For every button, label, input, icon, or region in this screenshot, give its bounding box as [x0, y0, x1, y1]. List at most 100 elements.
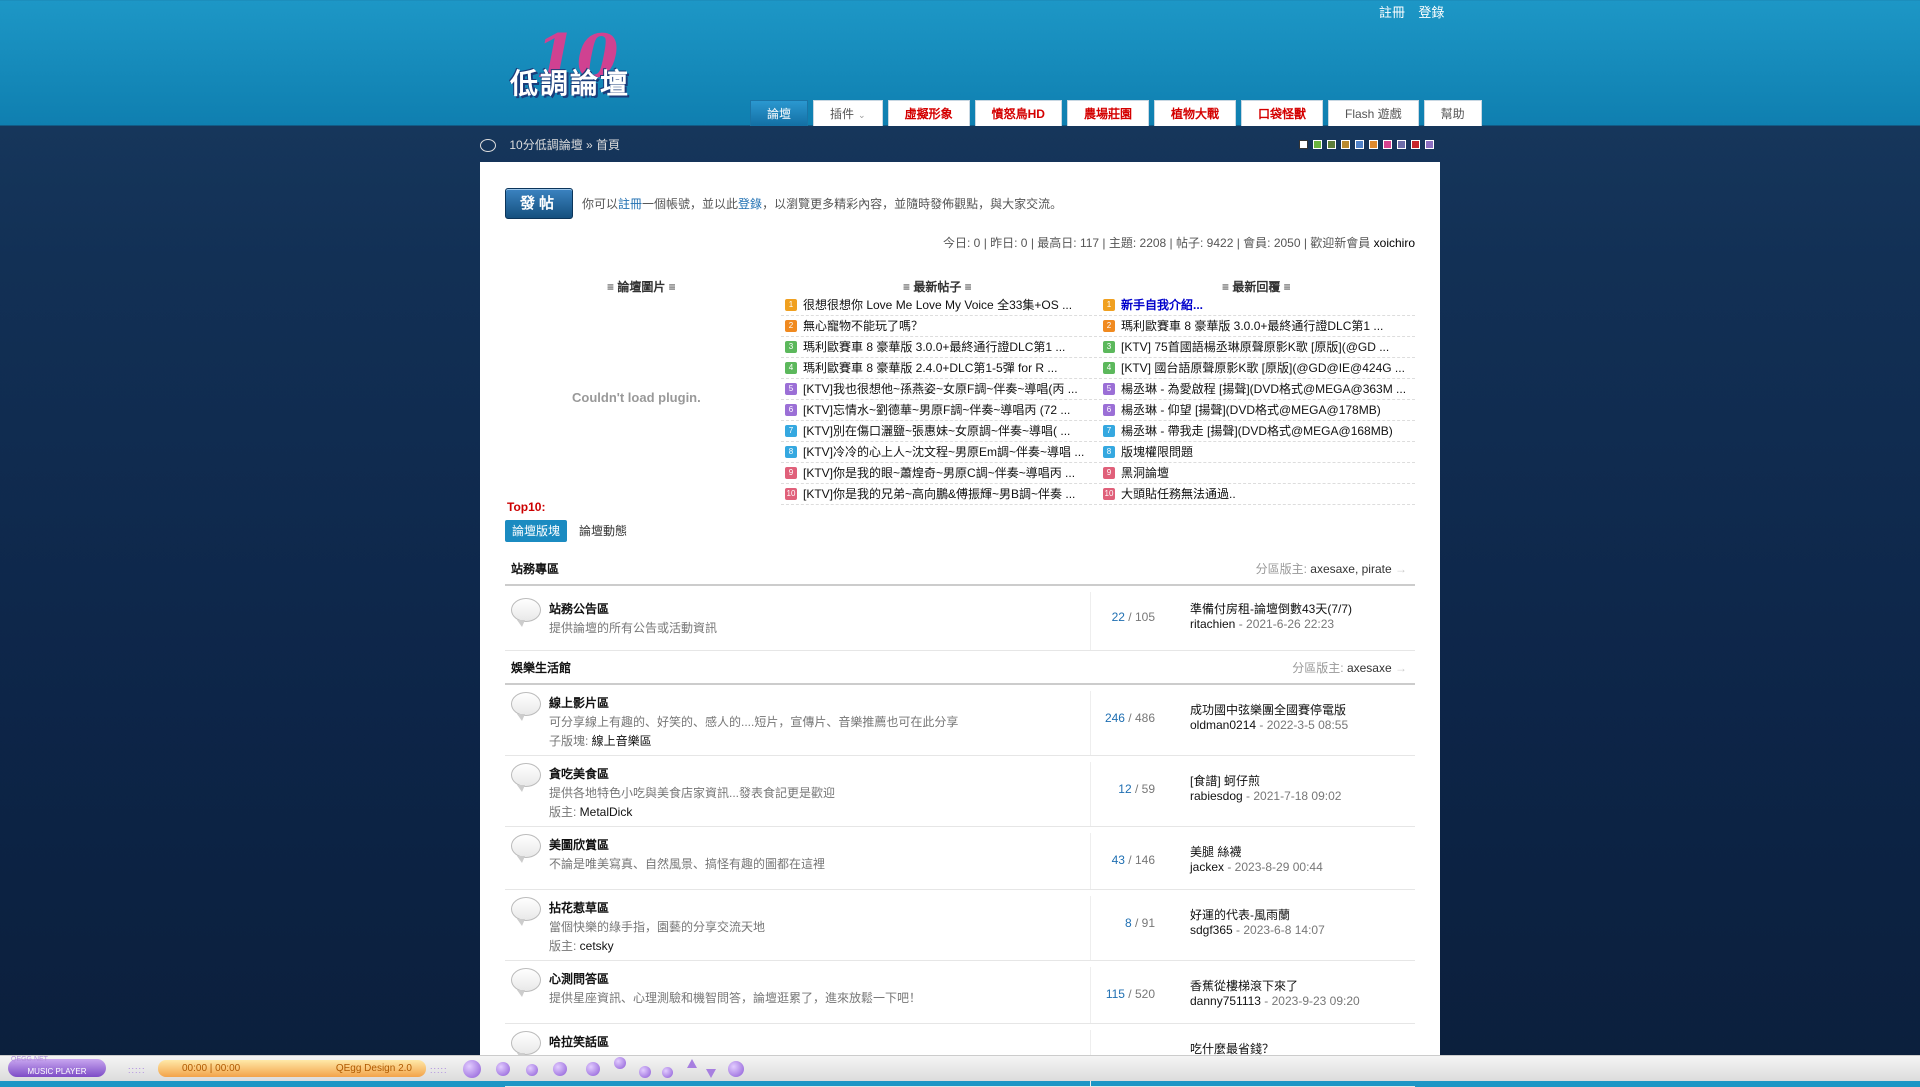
theme-swatch[interactable]	[1299, 140, 1308, 149]
forum-row[interactable]: 美圖欣賞區 不論是唯美寫真、自然風景、搞怪有趣的圖都在這裡 43 / 146 美腿 絲…	[505, 827, 1415, 890]
theme-swatch[interactable]	[1369, 140, 1378, 149]
forum-subinfo-value[interactable]: cetsky	[580, 939, 614, 953]
nav-tab-7[interactable]: Flash 遊戲	[1327, 100, 1419, 126]
site-logo[interactable]: 10 低調論壇	[480, 22, 660, 108]
list-item[interactable]: 4 [KTV] 國台語原聲原影K歌 [原版](@GD@IE@424G ...	[1099, 358, 1415, 379]
forum-subinfo-value[interactable]: MetalDick	[580, 805, 633, 819]
arrow-right-icon[interactable]: →	[1395, 562, 1407, 576]
login-link[interactable]: 登錄	[1418, 5, 1444, 20]
forum-subinfo-value[interactable]: 線上音樂區	[592, 734, 652, 748]
nav-tab-0[interactable]: 論壇	[750, 100, 809, 126]
volume-up-icon[interactable]	[687, 1059, 697, 1068]
last-post-user[interactable]: ritachien	[1190, 617, 1235, 631]
list-item[interactable]: 10 大頭貼任務無法通過..	[1099, 484, 1415, 505]
volume-down-icon[interactable]	[706, 1069, 716, 1078]
forum-name[interactable]: 拈花惹草區	[549, 899, 609, 916]
list-item[interactable]: 3 瑪利歐賽車 8 豪華版 3.0.0+最終通行證DLC第1 ...	[781, 337, 1097, 358]
next-icon[interactable]	[553, 1062, 567, 1076]
nav-tab-8[interactable]: 幫助	[1423, 100, 1482, 126]
last-post-title[interactable]: 美腿 絲襪	[1190, 843, 1323, 860]
newest-member-link[interactable]: xoichiro	[1374, 236, 1415, 250]
play-icon[interactable]	[463, 1060, 481, 1078]
list-item[interactable]: 5 [KTV]我也很想他~孫燕姿~女原F調~伴奏~導唱(丙 ...	[781, 379, 1097, 400]
settings-icon[interactable]	[728, 1061, 744, 1077]
forum-name[interactable]: 站務公告區	[549, 600, 609, 617]
theme-swatch[interactable]	[1425, 140, 1434, 149]
group-title[interactable]: 娛樂生活館	[511, 661, 571, 675]
mute-icon[interactable]	[662, 1067, 673, 1078]
list-item[interactable]: 9 黑洞論壇	[1099, 463, 1415, 484]
list-item[interactable]: 8 版塊權限問題	[1099, 442, 1415, 463]
forum-row[interactable]: 線上影片區 可分享線上有趣的、好笑的、感人的....短片，宣傳片、音樂推薦也可在此…	[505, 685, 1415, 756]
last-post-title[interactable]: [食譜] 蚵仔煎	[1190, 772, 1341, 789]
arrow-right-icon[interactable]: →	[1395, 661, 1407, 675]
last-post-user[interactable]: sdgf365	[1190, 923, 1233, 937]
list-item[interactable]: 5 楊丞琳 - 為愛啟程 [揚聲](DVD格式@MEGA@363M ...	[1099, 379, 1415, 400]
list-item[interactable]: 3 [KTV] 75首國語楊丞琳原聲原影K歌 [原版](@GD ...	[1099, 337, 1415, 358]
last-post-user[interactable]: oldman0214	[1190, 718, 1256, 732]
tab-board-activity[interactable]: 論壇動態	[572, 520, 634, 542]
group-title[interactable]: 站務專區	[511, 562, 559, 576]
forum-row[interactable]: 拈花惹草區 當個快樂的綠手指，園藝的分享交流天地 版主: cetsky 8 / 91 好…	[505, 890, 1415, 961]
theme-swatch[interactable]	[1327, 140, 1336, 149]
nav-tab-4[interactable]: 農場莊園	[1066, 100, 1149, 126]
list-item[interactable]: 1 新手自我介紹...	[1099, 295, 1415, 316]
theme-swatch[interactable]	[1355, 140, 1364, 149]
last-post-user[interactable]: jackex	[1190, 860, 1224, 874]
player-grip-2[interactable]: :::::	[430, 1065, 448, 1075]
new-post-button[interactable]: 發帖	[505, 188, 573, 219]
last-post-user[interactable]: rabiesdog	[1190, 789, 1243, 803]
nav-tab-1[interactable]: 插件 ⌄	[813, 100, 883, 126]
forum-name[interactable]: 哈拉笑話區	[549, 1033, 609, 1050]
forum-name[interactable]: 心測問答區	[549, 970, 609, 987]
group-mods-names[interactable]: axesaxe	[1347, 661, 1392, 675]
nav-tab-5[interactable]: 植物大戰	[1153, 100, 1236, 126]
theme-swatch[interactable]	[1411, 140, 1420, 149]
tab-board-sections[interactable]: 論壇版塊	[505, 520, 568, 542]
list-item[interactable]: 9 [KTV]你是我的眼~蕭煌奇~男原C調~伴奏~導唱丙 ...	[781, 463, 1097, 484]
list-item[interactable]: 1 很想很想你 Love Me Love My Voice 全33集+OS ...	[781, 295, 1097, 316]
theme-swatch[interactable]	[1313, 140, 1322, 149]
last-post-user[interactable]: danny751113	[1190, 994, 1261, 1008]
forum-name[interactable]: 美圖欣賞區	[549, 836, 609, 853]
forum-name[interactable]: 貪吃美食區	[549, 765, 609, 782]
previous-icon[interactable]	[526, 1064, 538, 1076]
theme-swatch[interactable]	[1397, 140, 1406, 149]
theme-swatch[interactable]	[1383, 140, 1392, 149]
list-item[interactable]: 2 瑪利歐賽車 8 豪華版 3.0.0+最終通行證DLC第1 ...	[1099, 316, 1415, 337]
breadcrumb[interactable]: 10分低調論壇 » 首頁	[509, 138, 620, 152]
forum-row[interactable]: 心測問答區 提供星座資訊、心理測驗和機智問答，論壇逛累了，進來放鬆一下吧！ 115 …	[505, 961, 1415, 1024]
welcome-register-link[interactable]: 註冊	[618, 197, 642, 211]
stop-icon[interactable]	[496, 1062, 510, 1076]
list-item-title: 楊丞琳 - 帶我走 [揚聲](DVD格式@MEGA@168MB)	[1121, 424, 1393, 438]
list-item-title: [KTV]你是我的眼~蕭煌奇~男原C調~伴奏~導唱丙 ...	[803, 466, 1076, 480]
last-post-title[interactable]: 好運的代表-風雨蘭	[1190, 906, 1325, 923]
nav-tab-3[interactable]: 憤怒鳥HD	[974, 100, 1062, 126]
list-item[interactable]: 6 [KTV]忘情水~劉德華~男原F調~伴奏~導唱丙 (72 ...	[781, 400, 1097, 421]
theme-swatch[interactable]	[1341, 140, 1350, 149]
list-item[interactable]: 4 瑪利歐賽車 8 豪華版 2.4.0+DLC第1-5彈 for R ...	[781, 358, 1097, 379]
list-item[interactable]: 6 楊丞琳 - 仰望 [揚聲](DVD格式@MEGA@178MB)	[1099, 400, 1415, 421]
welcome-text-1: 你可以	[582, 197, 619, 211]
last-post-title[interactable]: 成功國中弦樂團全國賽停電版	[1190, 701, 1348, 718]
forum-row[interactable]: 貪吃美食區 提供各地特色小吃與美食店家資訊...發表食記更是歡迎 版主: Metal…	[505, 756, 1415, 827]
welcome-login-link[interactable]: 登錄	[738, 197, 762, 211]
shuffle-icon[interactable]	[586, 1062, 600, 1076]
last-post-title[interactable]: 準備付房租-論壇倒數43天(7/7)	[1190, 600, 1352, 617]
list-item[interactable]: 2 無心寵物不能玩了嗎？	[781, 316, 1097, 337]
repeat-icon[interactable]	[614, 1057, 626, 1069]
list-item[interactable]: 7 楊丞琳 - 帶我走 [揚聲](DVD格式@MEGA@168MB)	[1099, 421, 1415, 442]
group-mods-names[interactable]: axesaxe, pirate	[1310, 562, 1391, 576]
register-link[interactable]: 註冊	[1379, 5, 1405, 20]
forum-row[interactable]: 站務公告區 提供論壇的所有公告或活動資訊 22 / 105 準備付房租-論壇倒數43天…	[505, 586, 1415, 651]
list-item-title: [KTV]我也很想他~孫燕姿~女原F調~伴奏~導唱(丙 ...	[803, 382, 1078, 396]
last-post-title[interactable]: 香蕉從樓梯滾下來了	[1190, 977, 1360, 994]
list-item[interactable]: 10 [KTV]你是我的兄弟~高向鵬&傅振輝~男B調~伴奏 ...	[781, 484, 1097, 505]
nav-tab-2[interactable]: 虛擬形象	[887, 100, 970, 126]
list-item[interactable]: 8 [KTV]冷冷的心上人~沈文程~男原Em調~伴奏~導唱 ...	[781, 442, 1097, 463]
playlist-icon[interactable]	[639, 1066, 651, 1078]
player-grip[interactable]: :::::	[128, 1065, 146, 1075]
nav-tab-6[interactable]: 口袋怪獸	[1240, 100, 1323, 126]
forum-name[interactable]: 線上影片區	[549, 694, 609, 711]
list-item[interactable]: 7 [KTV]別在傷口灑鹽~張惠妹~女原調~伴奏~導唱( ...	[781, 421, 1097, 442]
